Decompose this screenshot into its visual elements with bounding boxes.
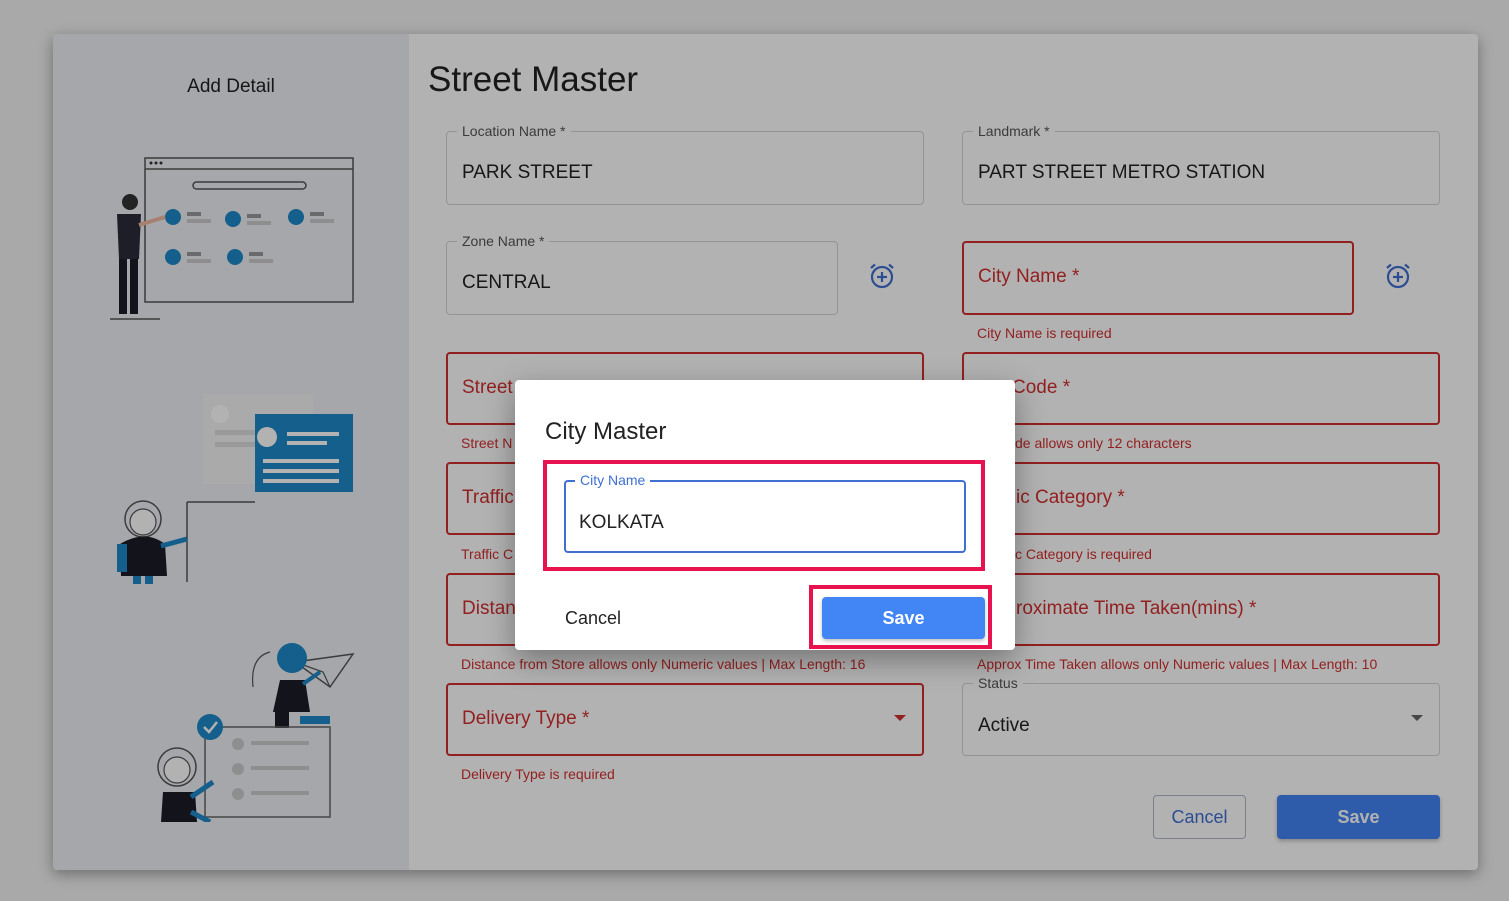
city-master-dialog: City Master City Name KOLKATA Cancel Sav… (515, 380, 1015, 650)
dialog-city-name-label: City Name (575, 471, 651, 489)
dialog-save-button[interactable]: Save (822, 597, 985, 639)
dialog-title: City Master (545, 418, 667, 445)
dialog-cancel-button[interactable]: Cancel (565, 608, 621, 629)
dialog-city-name-input[interactable]: City Name KOLKATA (564, 471, 966, 553)
dialog-city-name-value: KOLKATA (579, 512, 664, 533)
